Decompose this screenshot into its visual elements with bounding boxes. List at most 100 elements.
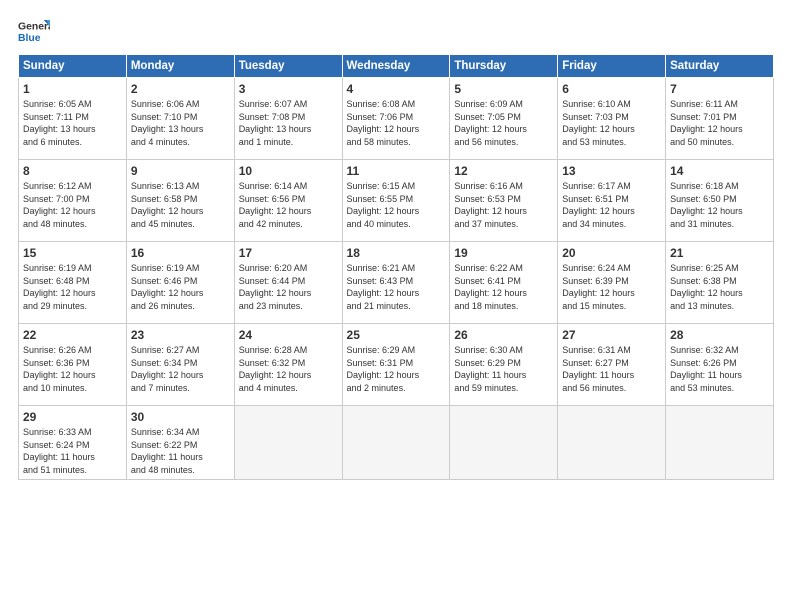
day-info: Sunrise: 6:32 AM Sunset: 6:26 PM Dayligh… [670, 344, 769, 394]
day-number: 30 [131, 410, 230, 424]
calendar-cell: 7 Sunrise: 6:11 AM Sunset: 7:01 PM Daylig… [666, 78, 774, 160]
day-number: 3 [239, 82, 338, 96]
weekday-header-friday: Friday [558, 55, 666, 78]
calendar-week-5: 29 Sunrise: 6:33 AM Sunset: 6:24 PM Dayli… [19, 406, 774, 480]
calendar-cell: 29 Sunrise: 6:33 AM Sunset: 6:24 PM Dayli… [19, 406, 127, 480]
day-number: 7 [670, 82, 769, 96]
day-number: 2 [131, 82, 230, 96]
calendar-cell: 1Sunrise: 6:05 AM Sunset: 7:11 PM Daylig… [19, 78, 127, 160]
calendar-cell [342, 406, 450, 480]
calendar-cell: 13 Sunrise: 6:17 AM Sunset: 6:51 PM Dayli… [558, 160, 666, 242]
day-number: 10 [239, 164, 338, 178]
calendar-cell: 28 Sunrise: 6:32 AM Sunset: 6:26 PM Dayli… [666, 324, 774, 406]
day-number: 4 [347, 82, 446, 96]
day-number: 13 [562, 164, 661, 178]
day-info: Sunrise: 6:15 AM Sunset: 6:55 PM Dayligh… [347, 180, 446, 230]
day-number: 26 [454, 328, 553, 342]
day-info: Sunrise: 6:07 AM Sunset: 7:08 PM Dayligh… [239, 98, 338, 148]
day-number: 22 [23, 328, 122, 342]
calendar-cell: 26 Sunrise: 6:30 AM Sunset: 6:29 PM Dayli… [450, 324, 558, 406]
day-number: 12 [454, 164, 553, 178]
day-info: Sunrise: 6:18 AM Sunset: 6:50 PM Dayligh… [670, 180, 769, 230]
day-info: Sunrise: 6:14 AM Sunset: 6:56 PM Dayligh… [239, 180, 338, 230]
day-number: 5 [454, 82, 553, 96]
day-number: 25 [347, 328, 446, 342]
day-number: 6 [562, 82, 661, 96]
calendar-cell [234, 406, 342, 480]
day-info: Sunrise: 6:24 AM Sunset: 6:39 PM Dayligh… [562, 262, 661, 312]
calendar-cell: 12 Sunrise: 6:16 AM Sunset: 6:53 PM Dayli… [450, 160, 558, 242]
day-info: Sunrise: 6:29 AM Sunset: 6:31 PM Dayligh… [347, 344, 446, 394]
day-info: Sunrise: 6:22 AM Sunset: 6:41 PM Dayligh… [454, 262, 553, 312]
day-info: Sunrise: 6:12 AM Sunset: 7:00 PM Dayligh… [23, 180, 122, 230]
day-number: 27 [562, 328, 661, 342]
day-info: Sunrise: 6:20 AM Sunset: 6:44 PM Dayligh… [239, 262, 338, 312]
weekday-header-sunday: Sunday [19, 55, 127, 78]
day-info: Sunrise: 6:28 AM Sunset: 6:32 PM Dayligh… [239, 344, 338, 394]
calendar-cell: 27 Sunrise: 6:31 AM Sunset: 6:27 PM Dayli… [558, 324, 666, 406]
day-number: 29 [23, 410, 122, 424]
calendar-week-4: 22 Sunrise: 6:26 AM Sunset: 6:36 PM Dayli… [19, 324, 774, 406]
calendar-cell: 20 Sunrise: 6:24 AM Sunset: 6:39 PM Dayli… [558, 242, 666, 324]
calendar-cell: 17 Sunrise: 6:20 AM Sunset: 6:44 PM Dayli… [234, 242, 342, 324]
calendar-cell: 16 Sunrise: 6:19 AM Sunset: 6:46 PM Dayli… [126, 242, 234, 324]
calendar-cell: 18Sunrise: 6:21 AM Sunset: 6:43 PM Dayli… [342, 242, 450, 324]
logo-icon: General Blue [18, 18, 50, 46]
day-info: Sunrise: 6:27 AM Sunset: 6:34 PM Dayligh… [131, 344, 230, 394]
weekday-header-row: SundayMondayTuesdayWednesdayThursdayFrid… [19, 55, 774, 78]
day-info: Sunrise: 6:06 AM Sunset: 7:10 PM Dayligh… [131, 98, 230, 148]
calendar-cell: 14 Sunrise: 6:18 AM Sunset: 6:50 PM Dayli… [666, 160, 774, 242]
day-info: Sunrise: 6:26 AM Sunset: 6:36 PM Dayligh… [23, 344, 122, 394]
calendar-cell: 15 Sunrise: 6:19 AM Sunset: 6:48 PM Dayli… [19, 242, 127, 324]
calendar-cell: 3 Sunrise: 6:07 AM Sunset: 7:08 PM Daylig… [234, 78, 342, 160]
calendar-cell: 25 Sunrise: 6:29 AM Sunset: 6:31 PM Dayli… [342, 324, 450, 406]
day-info: Sunrise: 6:08 AM Sunset: 7:06 PM Dayligh… [347, 98, 446, 148]
day-info: Sunrise: 6:34 AM Sunset: 6:22 PM Dayligh… [131, 426, 230, 476]
day-info: Sunrise: 6:30 AM Sunset: 6:29 PM Dayligh… [454, 344, 553, 394]
day-number: 20 [562, 246, 661, 260]
calendar-week-2: 8 Sunrise: 6:12 AM Sunset: 7:00 PM Daylig… [19, 160, 774, 242]
day-number: 17 [239, 246, 338, 260]
calendar-cell: 22 Sunrise: 6:26 AM Sunset: 6:36 PM Dayli… [19, 324, 127, 406]
calendar-cell: 30 Sunrise: 6:34 AM Sunset: 6:22 PM Dayli… [126, 406, 234, 480]
calendar-cell: 24Sunrise: 6:28 AM Sunset: 6:32 PM Dayli… [234, 324, 342, 406]
calendar-cell: 19 Sunrise: 6:22 AM Sunset: 6:41 PM Dayli… [450, 242, 558, 324]
calendar-cell: 8 Sunrise: 6:12 AM Sunset: 7:00 PM Daylig… [19, 160, 127, 242]
day-number: 11 [347, 164, 446, 178]
calendar-cell: 6 Sunrise: 6:10 AM Sunset: 7:03 PM Daylig… [558, 78, 666, 160]
day-info: Sunrise: 6:17 AM Sunset: 6:51 PM Dayligh… [562, 180, 661, 230]
calendar-cell: 5Sunrise: 6:09 AM Sunset: 7:05 PM Daylig… [450, 78, 558, 160]
weekday-header-wednesday: Wednesday [342, 55, 450, 78]
calendar-cell: 23 Sunrise: 6:27 AM Sunset: 6:34 PM Dayli… [126, 324, 234, 406]
day-info: Sunrise: 6:19 AM Sunset: 6:46 PM Dayligh… [131, 262, 230, 312]
day-info: Sunrise: 6:16 AM Sunset: 6:53 PM Dayligh… [454, 180, 553, 230]
day-number: 19 [454, 246, 553, 260]
day-number: 28 [670, 328, 769, 342]
day-info: Sunrise: 6:05 AM Sunset: 7:11 PM Dayligh… [23, 98, 122, 148]
header: General Blue [18, 18, 774, 46]
day-info: Sunrise: 6:13 AM Sunset: 6:58 PM Dayligh… [131, 180, 230, 230]
calendar-cell [666, 406, 774, 480]
weekday-header-tuesday: Tuesday [234, 55, 342, 78]
calendar-cell: 4 Sunrise: 6:08 AM Sunset: 7:06 PM Daylig… [342, 78, 450, 160]
day-info: Sunrise: 6:19 AM Sunset: 6:48 PM Dayligh… [23, 262, 122, 312]
calendar-week-3: 15 Sunrise: 6:19 AM Sunset: 6:48 PM Dayli… [19, 242, 774, 324]
calendar-cell: 2 Sunrise: 6:06 AM Sunset: 7:10 PM Daylig… [126, 78, 234, 160]
day-number: 23 [131, 328, 230, 342]
day-info: Sunrise: 6:11 AM Sunset: 7:01 PM Dayligh… [670, 98, 769, 148]
day-number: 8 [23, 164, 122, 178]
day-number: 16 [131, 246, 230, 260]
weekday-header-monday: Monday [126, 55, 234, 78]
svg-text:General: General [18, 22, 50, 33]
calendar-cell: 21Sunrise: 6:25 AM Sunset: 6:38 PM Dayli… [666, 242, 774, 324]
calendar-cell: 11 Sunrise: 6:15 AM Sunset: 6:55 PM Dayli… [342, 160, 450, 242]
day-info: Sunrise: 6:10 AM Sunset: 7:03 PM Dayligh… [562, 98, 661, 148]
day-number: 14 [670, 164, 769, 178]
day-number: 21 [670, 246, 769, 260]
calendar-table: SundayMondayTuesdayWednesdayThursdayFrid… [18, 54, 774, 480]
day-number: 15 [23, 246, 122, 260]
calendar-cell [450, 406, 558, 480]
day-info: Sunrise: 6:33 AM Sunset: 6:24 PM Dayligh… [23, 426, 122, 476]
day-info: Sunrise: 6:31 AM Sunset: 6:27 PM Dayligh… [562, 344, 661, 394]
weekday-header-thursday: Thursday [450, 55, 558, 78]
